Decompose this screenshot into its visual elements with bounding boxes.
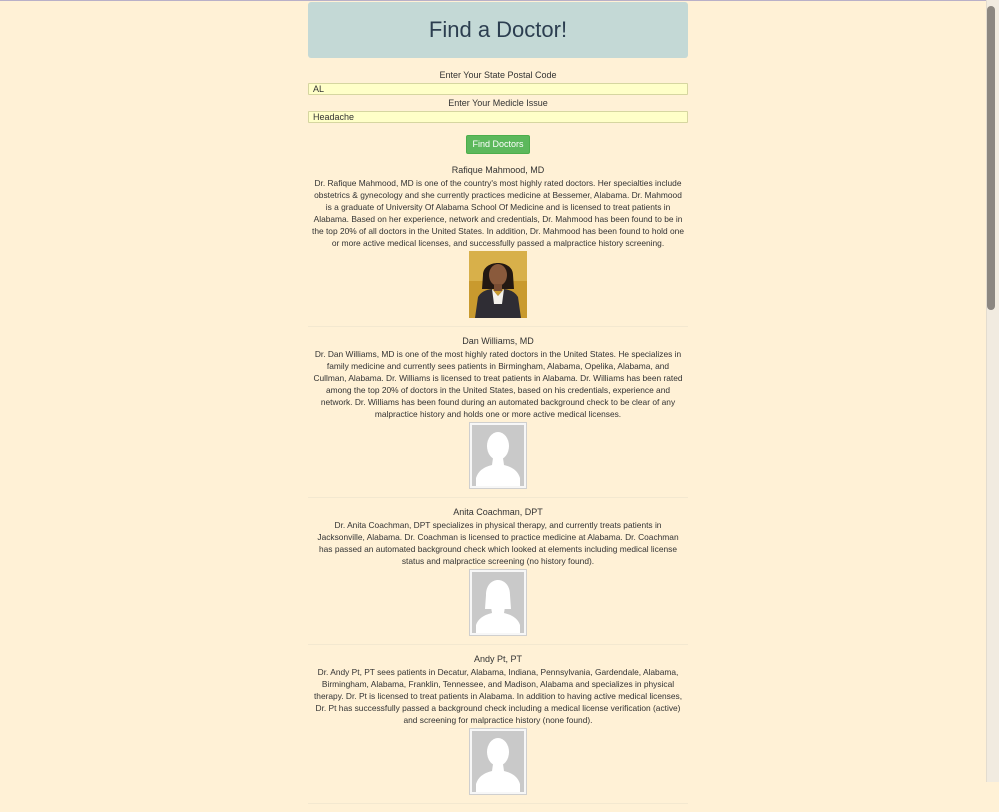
- doctor-name: Rafique Mahmood, MD: [451, 165, 545, 175]
- doctor-description: Dr. Rafique Mahmood, MD is one of the co…: [312, 178, 684, 248]
- doctor-card: Anita Coachman, DPT Dr. Anita Coachman, …: [308, 506, 688, 645]
- male-placeholder-photo: [469, 728, 527, 795]
- scrollbar-thumb[interactable]: [987, 6, 995, 310]
- doctor-name: Dan Williams, MD: [462, 336, 534, 346]
- page-header: Find a Doctor!: [308, 2, 688, 58]
- state-input[interactable]: AL: [308, 83, 688, 95]
- issue-label: Enter Your Medicle Issue: [448, 98, 548, 108]
- male-placeholder-photo: [469, 422, 527, 489]
- doctor-card: Dan Williams, MD Dr. Dan Williams, MD is…: [308, 335, 688, 498]
- doctor-description: Dr. Anita Coachman, DPT specializes in p…: [317, 520, 679, 566]
- doctor-card: Rafique Mahmood, MD Dr. Rafique Mahmood,…: [308, 164, 688, 327]
- doctor-description: Dr. Dan Williams, MD is one of the most …: [313, 349, 683, 419]
- main-container: Find a Doctor! Enter Your State Postal C…: [308, 2, 688, 812]
- issue-input[interactable]: Headache: [308, 111, 688, 123]
- doctor-description: Dr. Andy Pt, PT sees patients in Decatur…: [313, 667, 683, 725]
- doctor-card: Andy Pt, PT Dr. Andy Pt, PT sees patient…: [308, 653, 688, 804]
- doctor-name: Anita Coachman, DPT: [453, 507, 543, 517]
- button-wrapper: Find Doctors: [308, 134, 688, 154]
- doctor-name: Andy Pt, PT: [473, 654, 523, 664]
- doctor-photo: [469, 251, 527, 318]
- doctor-list: Rafique Mahmood, MD Dr. Rafique Mahmood,…: [308, 164, 688, 804]
- state-label: Enter Your State Postal Code: [439, 70, 557, 80]
- page-title: Find a Doctor!: [428, 17, 568, 42]
- female-placeholder-photo: [469, 569, 527, 636]
- find-doctors-button[interactable]: Find Doctors: [466, 135, 530, 154]
- window-top-border: [0, 0, 999, 1]
